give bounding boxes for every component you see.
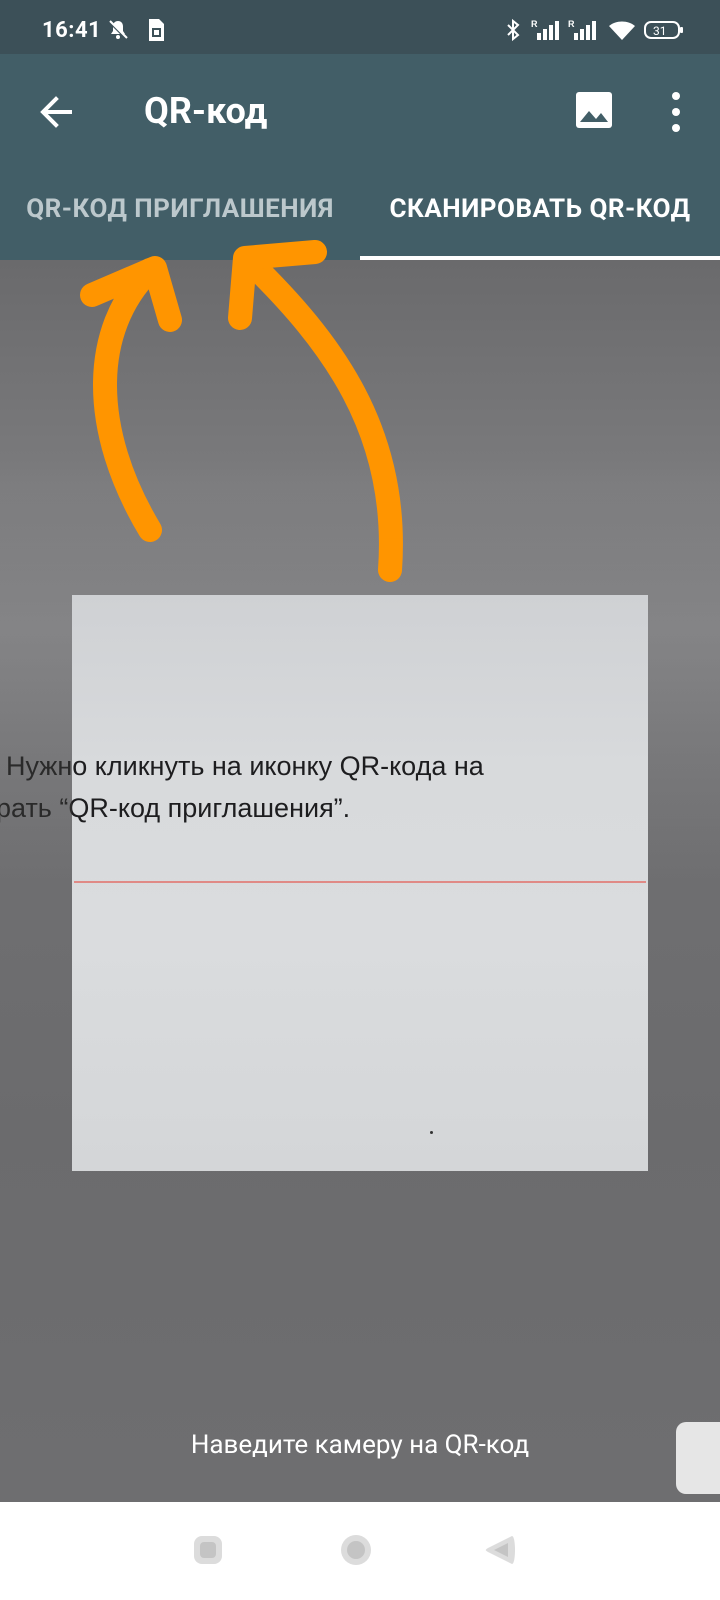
system-nav-bar: [0, 1502, 720, 1600]
scan-frame: Нужно кликнуть на иконку QR-кода на рать…: [72, 595, 648, 1171]
sim-card-icon: [149, 19, 164, 41]
battery-level: 31: [653, 24, 667, 38]
camera-preview: Нужно кликнуть на иконку QR-кода на рать…: [0, 260, 720, 1502]
scan-laser-line: [74, 881, 646, 883]
svg-text:R: R: [531, 19, 538, 29]
tab-scan-qr[interactable]: СКАНИРОВАТЬ QR-КОД: [360, 194, 720, 260]
tab-label: QR-КОД ПРИГЛАШЕНИЯ: [26, 194, 334, 224]
tab-label: СКАНИРОВАТЬ QR-КОД: [389, 194, 691, 224]
status-time: 16:41: [42, 18, 102, 43]
wifi-icon: [609, 21, 635, 40]
signal-r-icon: R: [531, 19, 559, 40]
signal-r-icon: R: [568, 19, 596, 40]
back-triangle-icon[interactable]: [482, 1532, 518, 1568]
floating-widget[interactable]: [676, 1422, 720, 1494]
battery-icon: 31: [644, 21, 683, 39]
more-vert-icon[interactable]: [652, 84, 700, 140]
mute-bell-icon: [107, 19, 129, 41]
scan-text-line2: рать “QR-код приглашения”.: [72, 793, 351, 823]
svg-text:R: R: [568, 19, 575, 29]
scan-hint: Наведите камеру на QR-код: [190, 1430, 530, 1460]
image-icon[interactable]: [570, 86, 618, 134]
status-bar: 16:41 R R 31: [0, 0, 720, 54]
page-title: QR-код: [144, 90, 268, 132]
app-bar: QR-код QR-КОД ПРИГЛАШЕНИЯ СКАНИРОВАТЬ QR…: [0, 54, 720, 260]
recents-square-icon[interactable]: [190, 1532, 226, 1568]
bluetooth-icon: [507, 18, 520, 42]
dust-speck: [430, 1131, 433, 1134]
scan-text-line1: Нужно кликнуть на иконку QR-кода на: [72, 751, 484, 781]
tab-invite-qr[interactable]: QR-КОД ПРИГЛАШЕНИЯ: [0, 194, 360, 260]
home-circle-icon[interactable]: [338, 1532, 374, 1568]
arrow-back-icon[interactable]: [28, 84, 84, 140]
scan-frame-text: Нужно кликнуть на иконку QR-кода на рать…: [72, 745, 484, 829]
